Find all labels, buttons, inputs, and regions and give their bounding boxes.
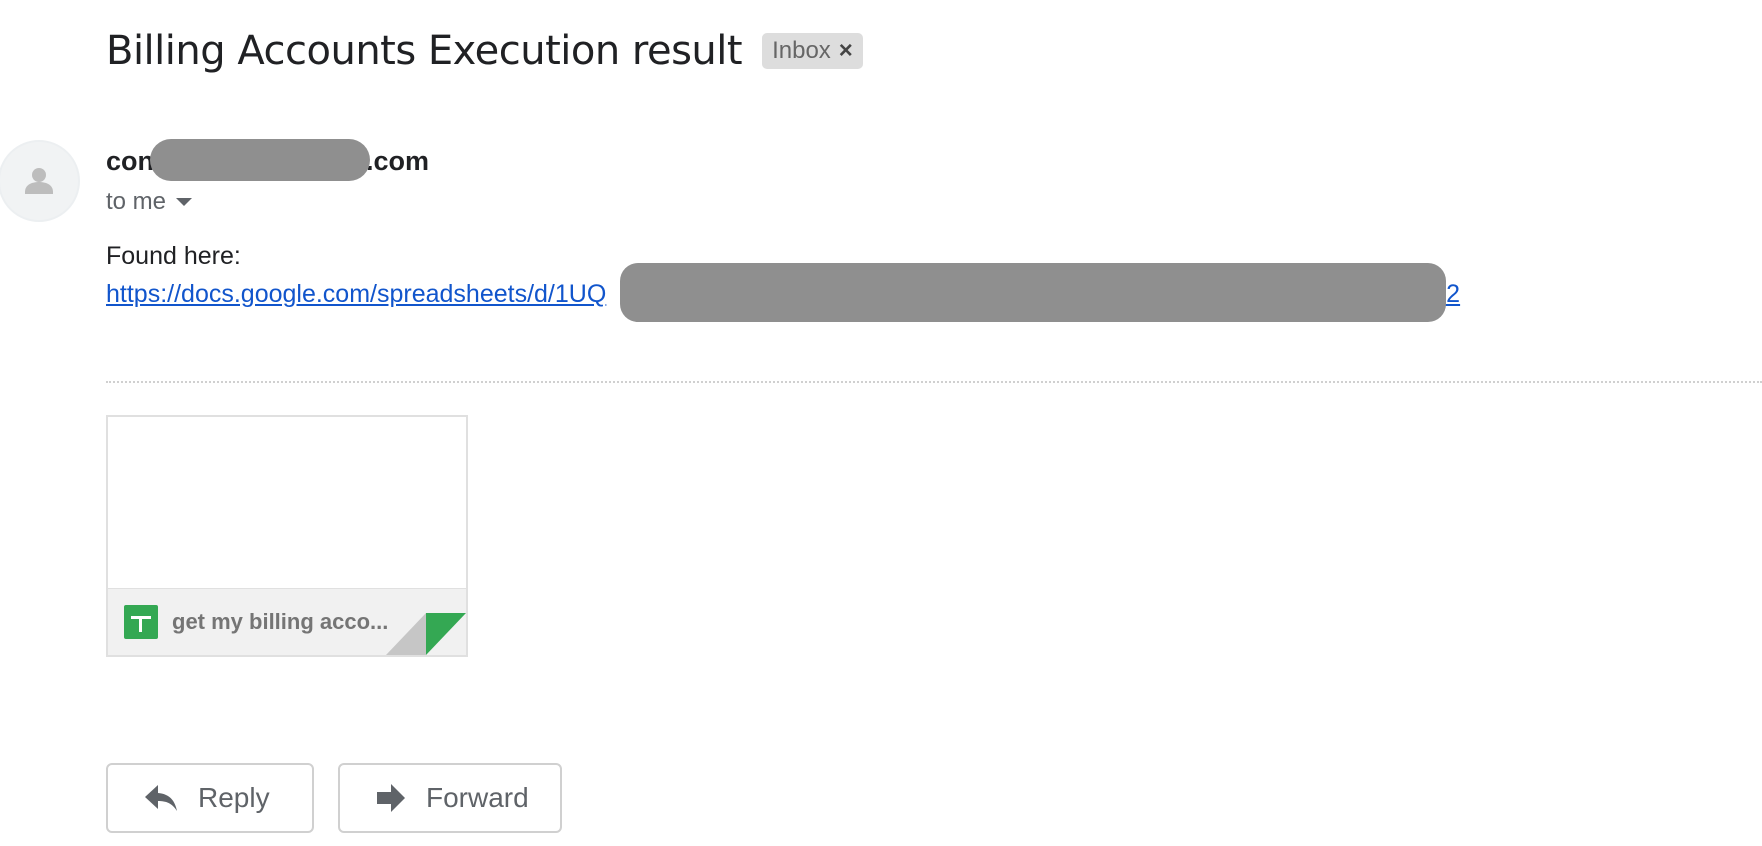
forward-label: Forward [426, 782, 529, 813]
forward-icon [377, 784, 405, 812]
reply-button[interactable]: Reply [106, 763, 314, 833]
link-prefix: https://docs.google.com/spreadsheets/d/1… [106, 280, 607, 308]
sender-prefix: con [106, 146, 155, 177]
sender-avatar [0, 140, 80, 222]
person-icon [25, 168, 53, 194]
inbox-label-text: Inbox [772, 37, 831, 64]
attachment-card[interactable]: get my billing acco... [106, 415, 468, 657]
google-sheets-icon [124, 605, 158, 639]
forward-button[interactable]: Forward [338, 763, 562, 833]
sender-address[interactable]: con .com [106, 139, 430, 181]
recipient-line: to me [106, 188, 193, 216]
attachment-divider [106, 381, 1762, 383]
sender-redaction [150, 139, 371, 181]
subject-row: Billing Accounts Execution result Inbox … [106, 28, 863, 74]
attachment-name: get my billing acco... [172, 609, 389, 634]
inbox-label-chip[interactable]: Inbox × [762, 33, 863, 69]
email-body-text: Found here: [106, 242, 241, 270]
sender-suffix: .com [366, 146, 430, 177]
recipient-text: to me [106, 188, 167, 215]
link-redaction [620, 263, 1446, 322]
remove-label-icon[interactable]: × [839, 37, 853, 65]
chevron-down-icon[interactable] [176, 198, 193, 206]
email-subject: Billing Accounts Execution result [106, 28, 743, 74]
reply-label: Reply [198, 782, 270, 813]
reply-icon [145, 785, 177, 811]
page-corner-fold [386, 613, 466, 655]
